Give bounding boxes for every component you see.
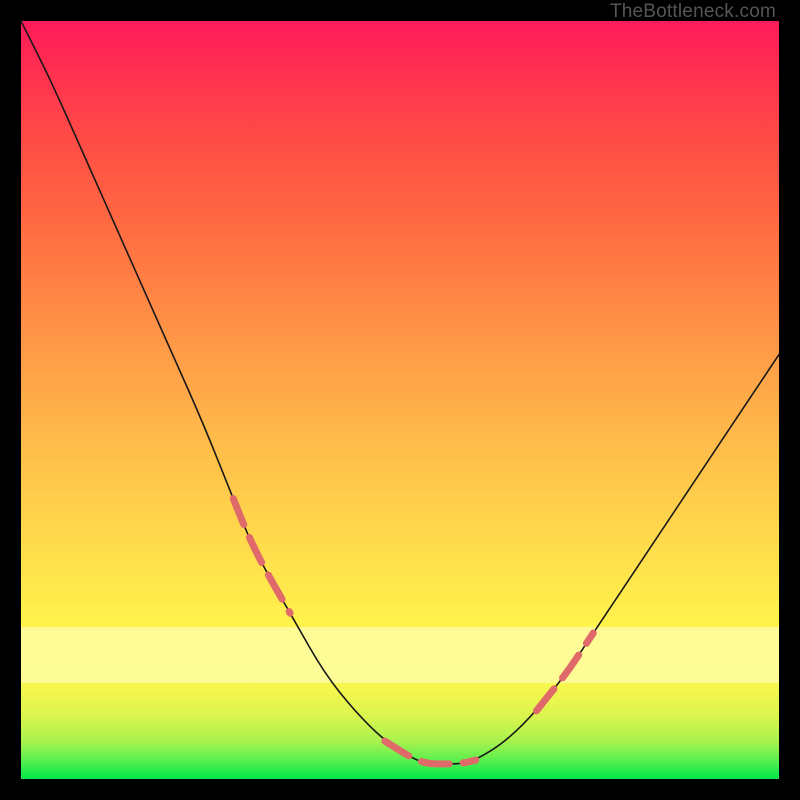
accent-dash-bottom: [385, 741, 476, 764]
curve-svg: [21, 21, 779, 779]
watermark-text: TheBottleneck.com: [610, 1, 776, 23]
accent-dash-right-up: [536, 633, 593, 711]
plot-area: [21, 21, 779, 779]
bottleneck-curve: [21, 21, 779, 764]
chart-frame: TheBottleneck.com: [0, 0, 800, 800]
accent-dash-left-down: [233, 499, 290, 614]
